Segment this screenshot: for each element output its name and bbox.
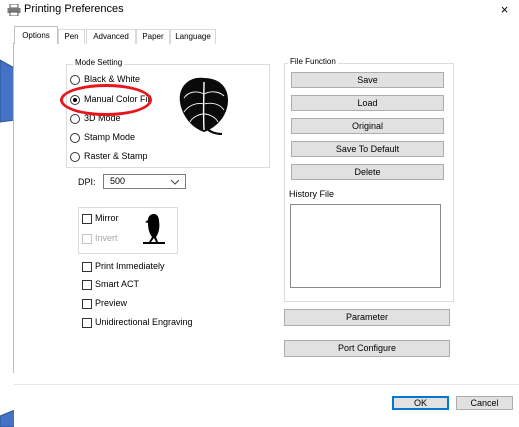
tab-options[interactable]: Options (14, 26, 58, 44)
radio-black-white[interactable] (70, 75, 80, 85)
client-border (13, 43, 14, 373)
unidirectional-engraving-checkbox[interactable] (82, 318, 92, 328)
preview-label: Preview (95, 298, 128, 308)
print-immediately-label: Print Immediately (95, 261, 165, 271)
history-file-list[interactable] (290, 204, 441, 288)
chevron-down-icon (171, 179, 179, 185)
tab-pen[interactable]: Pen (58, 29, 85, 44)
save-button[interactable]: Save (291, 72, 444, 88)
tab-language[interactable]: Language (170, 29, 216, 44)
highlight-ellipse (60, 84, 152, 116)
mode-setting-legend: Mode Setting (73, 58, 125, 68)
dpi-value: 500 (110, 176, 126, 186)
tab-paper[interactable]: Paper (136, 29, 170, 44)
radio-3d-mode[interactable] (70, 114, 80, 124)
save-to-default-button[interactable]: Save To Default (291, 141, 444, 157)
cancel-button[interactable]: Cancel (456, 396, 513, 410)
anthurium-leaf-icon (179, 77, 228, 135)
dpi-dropdown[interactable]: 500 (103, 174, 186, 189)
invert-checkbox[interactable] (82, 234, 92, 244)
file-function-legend: File Function (288, 57, 338, 67)
parameter-button[interactable]: Parameter (284, 309, 450, 326)
tab-advanced[interactable]: Advanced (86, 29, 136, 44)
ok-button[interactable]: OK (392, 396, 449, 410)
preview-checkbox[interactable] (82, 299, 92, 309)
delete-button[interactable]: Delete (291, 164, 444, 180)
print-immediately-checkbox[interactable] (82, 262, 92, 272)
history-file-label: History File (289, 189, 335, 199)
unidirectional-engraving-label: Unidirectional Engraving (95, 317, 193, 327)
radio-stamp-mode[interactable] (70, 133, 80, 143)
mirror-label: Mirror (95, 213, 119, 223)
window-title: Printing Preferences (24, 3, 124, 15)
smart-act-label: Smart ACT (95, 279, 140, 289)
printer-icon (7, 4, 21, 16)
invert-label: Invert (95, 233, 118, 243)
smart-act-checkbox[interactable] (82, 280, 92, 290)
original-button[interactable]: Original (291, 118, 444, 134)
radio-raster-stamp[interactable] (70, 152, 80, 162)
dpi-label: DPI: (78, 177, 96, 187)
radio-stamp-mode-label: Stamp Mode (84, 132, 136, 142)
radio-raster-stamp-label: Raster & Stamp (84, 151, 148, 161)
port-configure-button[interactable]: Port Configure (284, 340, 450, 357)
close-button[interactable]: × (490, 0, 519, 22)
mirror-checkbox[interactable] (82, 214, 92, 224)
bird-silhouette-icon (143, 214, 165, 244)
footer-separator (14, 384, 519, 385)
load-button[interactable]: Load (291, 95, 444, 111)
